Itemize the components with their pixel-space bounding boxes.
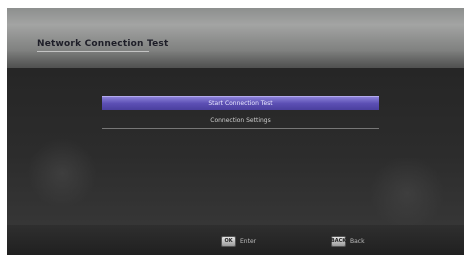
menu-divider: [102, 128, 379, 129]
menu-item-label: Connection Settings: [210, 117, 271, 124]
background-glow-left: [27, 138, 97, 208]
page-title: Network Connection Test: [37, 39, 169, 49]
footer-bar: OK Enter BACK Back: [7, 225, 464, 255]
footer-ok-label: Enter: [240, 237, 257, 245]
footer-back-label: Back: [350, 237, 365, 245]
footer-ok-button[interactable]: OK Enter: [221, 235, 256, 247]
content-area: Start Connection Test Connection Setting…: [7, 68, 464, 228]
tv-screen: Network Connection Test Start Connection…: [7, 8, 464, 255]
ok-key-icon: OK: [221, 235, 236, 247]
settings-menu: Start Connection Test Connection Setting…: [102, 96, 379, 132]
menu-item-connection-settings[interactable]: Connection Settings: [102, 114, 379, 127]
menu-item-start-test[interactable]: Start Connection Test: [102, 96, 379, 110]
menu-item-label: Start Connection Test: [208, 100, 273, 107]
footer-back-button[interactable]: BACK Back: [331, 235, 365, 247]
back-key-icon: BACK: [331, 235, 346, 247]
title-underline: [37, 51, 149, 52]
header-banner: Network Connection Test: [7, 8, 464, 68]
background-glow-right: [367, 158, 447, 228]
